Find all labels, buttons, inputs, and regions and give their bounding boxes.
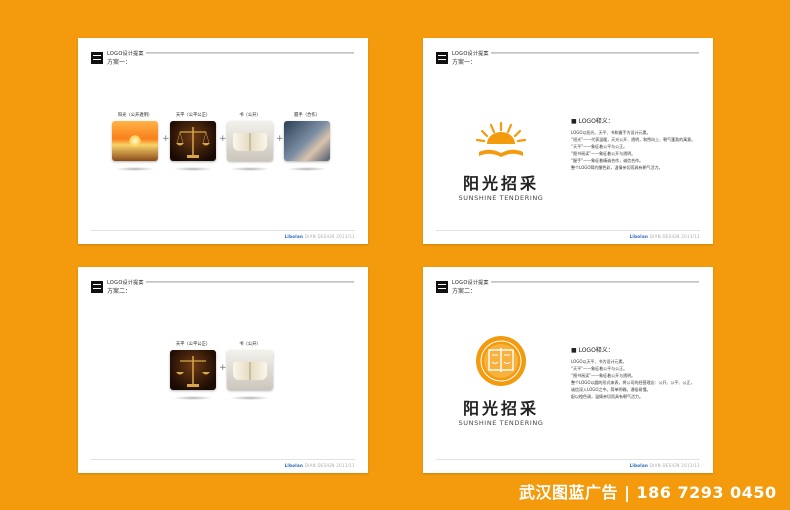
logo-chinese-name: 阳光招采 bbox=[462, 399, 539, 418]
explanation-line: 整个LOGO以圆的形式来表，将公司的经营理念：公开、公平、公正，诚信深入LOGO… bbox=[571, 380, 695, 392]
element-label: 天平（公平公正） bbox=[175, 113, 211, 118]
slide-subtitle: 方案一： bbox=[452, 59, 477, 66]
explanation-line: “图书阅读”——象征着公开与透明。 bbox=[571, 151, 636, 156]
open-book-icon bbox=[227, 350, 273, 390]
header-logo-box bbox=[91, 52, 103, 64]
header-rule bbox=[146, 52, 354, 54]
slide-subtitle: 方案二： bbox=[452, 288, 477, 295]
header-logo-box bbox=[436, 52, 448, 64]
element-scales: 天平（公平公正） bbox=[169, 341, 217, 400]
sun-scale-book-icon bbox=[475, 121, 527, 157]
header-rule bbox=[146, 281, 354, 283]
footer-credit: Libolan DIAN DESIGN 2013/11 bbox=[629, 463, 700, 468]
sunshine-round-logo: 阳光招采 SUNSHINE TENDERING bbox=[451, 335, 551, 427]
element-sunshine: 阳光（公开透明） bbox=[111, 112, 159, 171]
slide-scheme1-logo: LOGO设计提案 方案一： 阳光招采 SUNSHINE TENDERING ■ … bbox=[423, 38, 713, 244]
slide-title: LOGO设计提案 bbox=[452, 280, 489, 286]
handshake-icon bbox=[284, 121, 330, 161]
explanation-line: “天平”——象征着公平与公正。 bbox=[571, 144, 628, 149]
slide-scheme2-elements: LOGO设计提案 方案二： 天平（公平公正） + 书（公开） Libolan D… bbox=[78, 267, 368, 473]
explanation-line: 配以橙色调，温情亲切而具有朝气活力。 bbox=[571, 394, 643, 399]
round-scale-book-icon bbox=[476, 336, 526, 386]
sunrise-icon bbox=[112, 121, 158, 161]
element-label: 握手（合作） bbox=[294, 113, 320, 118]
logo-explanation: ■ LOGO释义： LOGO以阳光、天平、书和握手为设计元素。 “阳光”——代表… bbox=[571, 116, 696, 171]
slide-scheme2-logo: LOGO设计提案 方案二： 阳光招采 SUNSHINE TENDERING ■ … bbox=[423, 267, 713, 473]
scales-icon bbox=[170, 350, 216, 390]
slide-title: LOGO设计提案 bbox=[452, 51, 489, 57]
slide-title: LOGO设计提案 bbox=[107, 51, 144, 57]
header-logo-box bbox=[91, 281, 103, 293]
element-book: 书（公开） bbox=[226, 341, 274, 400]
element-book: 书（公开） bbox=[226, 112, 274, 171]
element-handshake: 握手（合作） bbox=[283, 112, 331, 171]
logo-english-name: SUNSHINE TENDERING bbox=[458, 194, 544, 202]
explanation-line: “阳光”——代表温暖，天光公开、透明，和煦向上、朝气蓬勃的寓意。 bbox=[571, 137, 696, 142]
element-label: 天平（公平公正） bbox=[175, 342, 211, 347]
slide-subtitle: 方案一： bbox=[107, 59, 132, 66]
slide-scheme1-elements: LOGO设计提案 方案一： 阳光（公开透明） + 天平（公平公正） + 书（公开… bbox=[78, 38, 368, 244]
logo-chinese-name: 阳光招采 bbox=[462, 174, 539, 193]
explanation-line: LOGO以阳光、天平、书和握手为设计元素。 bbox=[571, 130, 651, 135]
explanation-line: “天平”——象征着公平与公正。 bbox=[571, 366, 628, 371]
explanation-line: “握手”——象征着精诚合作，诚信合作。 bbox=[571, 158, 644, 163]
header-rule bbox=[491, 281, 699, 283]
footer-credit: Libolan DIAN DESIGN 2013/11 bbox=[284, 463, 355, 468]
explanation-title: ■ LOGO释义： bbox=[571, 347, 614, 354]
element-label: 书（公开） bbox=[239, 342, 261, 347]
studio-contact: 武汉图蓝广告 | 186 7293 0450 bbox=[519, 483, 777, 502]
footer-credit: Libolan DIAN DESIGN 2013/11 bbox=[629, 234, 700, 239]
header-rule bbox=[491, 52, 699, 54]
scales-icon bbox=[170, 121, 216, 161]
open-book-icon bbox=[227, 121, 273, 161]
element-label: 书（公开） bbox=[239, 113, 261, 118]
element-label: 阳光（公开透明） bbox=[117, 113, 153, 118]
header-logo-box bbox=[436, 281, 448, 293]
element-scales: 天平（公平公正） bbox=[169, 112, 217, 171]
explanation-line: LOGO以天平、书为设计元素。 bbox=[571, 359, 627, 364]
footer-credit: Libolan DIAN DESIGN 2013/11 bbox=[284, 234, 355, 239]
explanation-title: ■ LOGO释义： bbox=[571, 118, 614, 125]
explanation-line: “图书阅读”——象征着公开与透明。 bbox=[571, 373, 636, 378]
logo-english-name: SUNSHINE TENDERING bbox=[458, 419, 544, 427]
sunshine-logo: 阳光招采 SUNSHINE TENDERING bbox=[451, 120, 551, 202]
slide-subtitle: 方案二： bbox=[107, 288, 132, 295]
slide-title: LOGO设计提案 bbox=[107, 280, 144, 286]
explanation-line: 整个LOGO简约醒色彩，温情亲切而具有朝气活力。 bbox=[571, 165, 663, 170]
logo-explanation: ■ LOGO释义： LOGO以天平、书为设计元素。 “天平”——象征着公平与公正… bbox=[571, 345, 696, 400]
